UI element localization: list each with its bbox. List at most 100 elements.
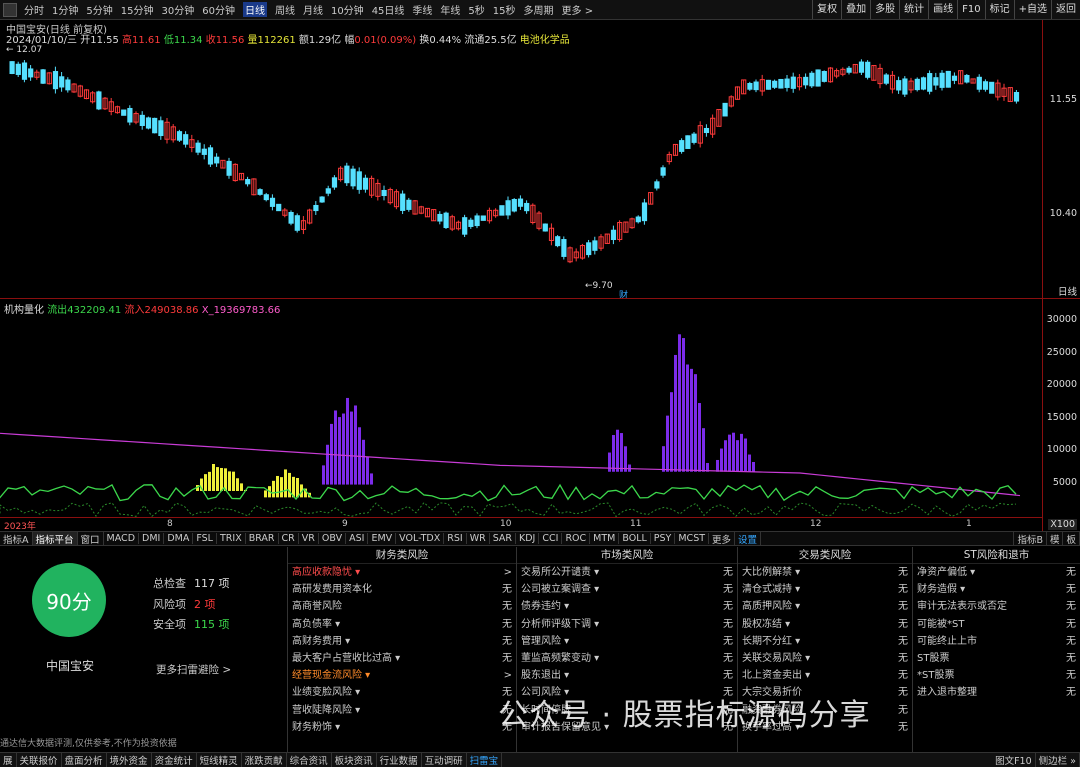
period-tab[interactable]: 60分钟 — [202, 2, 235, 17]
indicator-tab[interactable]: DMA — [164, 533, 194, 544]
period-tab[interactable]: 1分钟 — [52, 2, 78, 17]
indicator-tab-right[interactable]: 模 — [1047, 532, 1064, 545]
period-tab[interactable]: 季线 — [412, 2, 432, 17]
risk-row[interactable]: 高应收款隐忧 ▾ > — [288, 564, 516, 581]
window-icon[interactable] — [3, 2, 17, 17]
indicator-tab-right[interactable]: 板 — [1063, 532, 1080, 545]
status-tab[interactable]: 短线精灵 — [197, 753, 242, 767]
risk-row[interactable]: 长期不分红 ▾ 无 — [738, 633, 912, 650]
indicator-tab[interactable]: BRAR — [246, 533, 279, 544]
indicator-tab[interactable]: VOL-TDX — [396, 533, 445, 544]
status-tab[interactable]: 综合资讯 — [287, 753, 332, 767]
indicator-tab[interactable]: FSL — [193, 533, 217, 544]
indicator-tab[interactable]: BOLL — [619, 533, 651, 544]
risk-row[interactable]: 业绩变脸风险 ▾ 无 — [288, 684, 516, 701]
period-tab[interactable]: 45日线 — [372, 2, 405, 17]
period-tab[interactable]: 分时 — [24, 2, 44, 17]
period-tab[interactable]: 月线 — [303, 2, 323, 17]
risk-row[interactable]: 高负债率 ▾ 无 — [288, 616, 516, 633]
scale-label[interactable]: X100 — [1048, 519, 1077, 530]
indicator-tab[interactable]: MTM — [590, 533, 620, 544]
period-tab[interactable]: 年线 — [440, 2, 460, 17]
toolbar-button[interactable]: 复权 — [812, 0, 841, 19]
risk-row[interactable]: 交易所公开谴责 ▾ 无 — [517, 564, 737, 581]
toolbar-button[interactable]: 多股 — [870, 0, 899, 19]
indicator-tab[interactable]: KDJ — [516, 533, 540, 544]
period-tab[interactable]: 周线 — [275, 2, 295, 17]
indicator-tab[interactable]: ROC — [562, 533, 591, 544]
indicator-tab[interactable]: OBV — [319, 533, 347, 544]
risk-row[interactable]: ST股票 无 — [913, 650, 1080, 667]
risk-row[interactable]: 大比例解禁 ▾ 无 — [738, 564, 912, 581]
toolbar-button[interactable]: 统计 — [899, 0, 928, 19]
indicator-tab[interactable]: WR — [467, 533, 490, 544]
indicator-tab[interactable]: MACD — [104, 533, 140, 544]
status-tab[interactable]: 资金统计 — [152, 753, 197, 767]
indicator-tab[interactable]: ASI — [346, 533, 369, 544]
toolbar-button[interactable]: 叠加 — [841, 0, 870, 19]
toolbar-button[interactable]: +自选 — [1013, 0, 1051, 19]
risk-row[interactable]: 董监高频繁变动 ▾ 无 — [517, 650, 737, 667]
indicator-tab[interactable]: MCST — [675, 533, 710, 544]
period-tab[interactable]: 更多 > — [562, 2, 594, 17]
period-tab[interactable]: 日线 — [242, 2, 267, 17]
indicator-tab[interactable]: 指标平台 — [32, 532, 78, 545]
indicator-tab-right[interactable]: 指标B — [1013, 532, 1047, 545]
period-tab[interactable]: 30分钟 — [161, 2, 194, 17]
period-tab[interactable]: 多周期 — [524, 2, 554, 17]
status-tab[interactable]: 板块资讯 — [332, 753, 377, 767]
indicator-tab[interactable]: 指标A — [0, 532, 33, 545]
status-tab[interactable]: 盘面分析 — [62, 753, 107, 767]
indicator-chart[interactable] — [0, 312, 1042, 517]
event-marker[interactable]: 财 — [619, 288, 628, 301]
risk-row[interactable]: 高研发费用资本化 无 — [288, 581, 516, 598]
risk-row[interactable]: 最大客户占营收比过高 ▾ 无 — [288, 650, 516, 667]
risk-row[interactable]: 营收陡降风险 ▾ 无 — [288, 702, 516, 719]
risk-row[interactable]: 分析师评级下调 ▾ 无 — [517, 616, 737, 633]
risk-row[interactable]: 高财务费用 ▾ 无 — [288, 633, 516, 650]
indicator-tab[interactable]: 设置 — [735, 532, 762, 545]
indicator-tab[interactable]: DMI — [139, 533, 165, 544]
risk-row[interactable]: 可能被*ST 无 — [913, 616, 1080, 633]
status-right[interactable]: 图文F10 — [992, 753, 1036, 767]
status-tab[interactable]: 扫雷宝 — [467, 753, 503, 767]
risk-row[interactable]: 可能终止上市 无 — [913, 633, 1080, 650]
risk-row[interactable]: 净资产偏低 ▾ 无 — [913, 564, 1080, 581]
risk-row[interactable]: 进入退市整理 无 — [913, 684, 1080, 701]
status-tab[interactable]: 涨跌贡献 — [242, 753, 287, 767]
period-tab[interactable]: 15分钟 — [121, 2, 154, 17]
toolbar-button[interactable]: 返回 — [1051, 0, 1080, 19]
toolbar-button[interactable]: 标记 — [984, 0, 1014, 19]
indicator-tab[interactable]: 窗口 — [78, 532, 104, 545]
indicator-tab[interactable]: SAR — [490, 533, 517, 544]
period-tab[interactable]: 5分钟 — [86, 2, 112, 17]
risk-row[interactable]: 高质押风险 ▾ 无 — [738, 598, 912, 615]
risk-row[interactable]: 高商誉风险 无 — [288, 598, 516, 615]
more-scan-link[interactable]: 更多扫雷避险 > — [156, 662, 231, 677]
period-tab[interactable]: 5秒 — [468, 2, 484, 17]
status-tab[interactable]: 关联报价 — [17, 753, 62, 767]
risk-row[interactable]: 北上资金卖出 ▾ 无 — [738, 667, 912, 684]
indicator-tab[interactable]: VR — [299, 533, 319, 544]
status-tab[interactable]: 互动调研 — [422, 753, 467, 767]
toolbar-button[interactable]: F10 — [957, 0, 984, 19]
candlestick-chart[interactable] — [0, 42, 1042, 297]
risk-row[interactable]: 股权冻结 ▾ 无 — [738, 616, 912, 633]
risk-row[interactable]: 财务粉饰 ▾ 无 — [288, 719, 516, 736]
risk-row[interactable]: 财务造假 ▾ 无 — [913, 581, 1080, 598]
indicator-tab[interactable]: EMV — [368, 533, 397, 544]
indicator-tab[interactable]: PSY — [651, 533, 676, 544]
period-tab[interactable]: 10分钟 — [331, 2, 364, 17]
risk-row[interactable]: 股东退出 ▾ 无 — [517, 667, 737, 684]
status-tab[interactable]: 展 — [0, 753, 17, 767]
status-tab[interactable]: 行业数据 — [377, 753, 422, 767]
risk-row[interactable]: 债券违约 ▾ 无 — [517, 598, 737, 615]
status-tab[interactable]: 境外资金 — [107, 753, 152, 767]
risk-row[interactable]: 经营现金流风险 ▾ > — [288, 667, 516, 684]
indicator-tab[interactable]: RSI — [444, 533, 467, 544]
status-right[interactable]: 侧边栏 » — [1036, 753, 1080, 767]
risk-row[interactable]: 公司被立案调查 ▾ 无 — [517, 581, 737, 598]
risk-row[interactable]: 关联交易风险 ▾ 无 — [738, 650, 912, 667]
toolbar-button[interactable]: 画线 — [928, 0, 957, 19]
indicator-tab[interactable]: 更多 — [709, 532, 736, 545]
